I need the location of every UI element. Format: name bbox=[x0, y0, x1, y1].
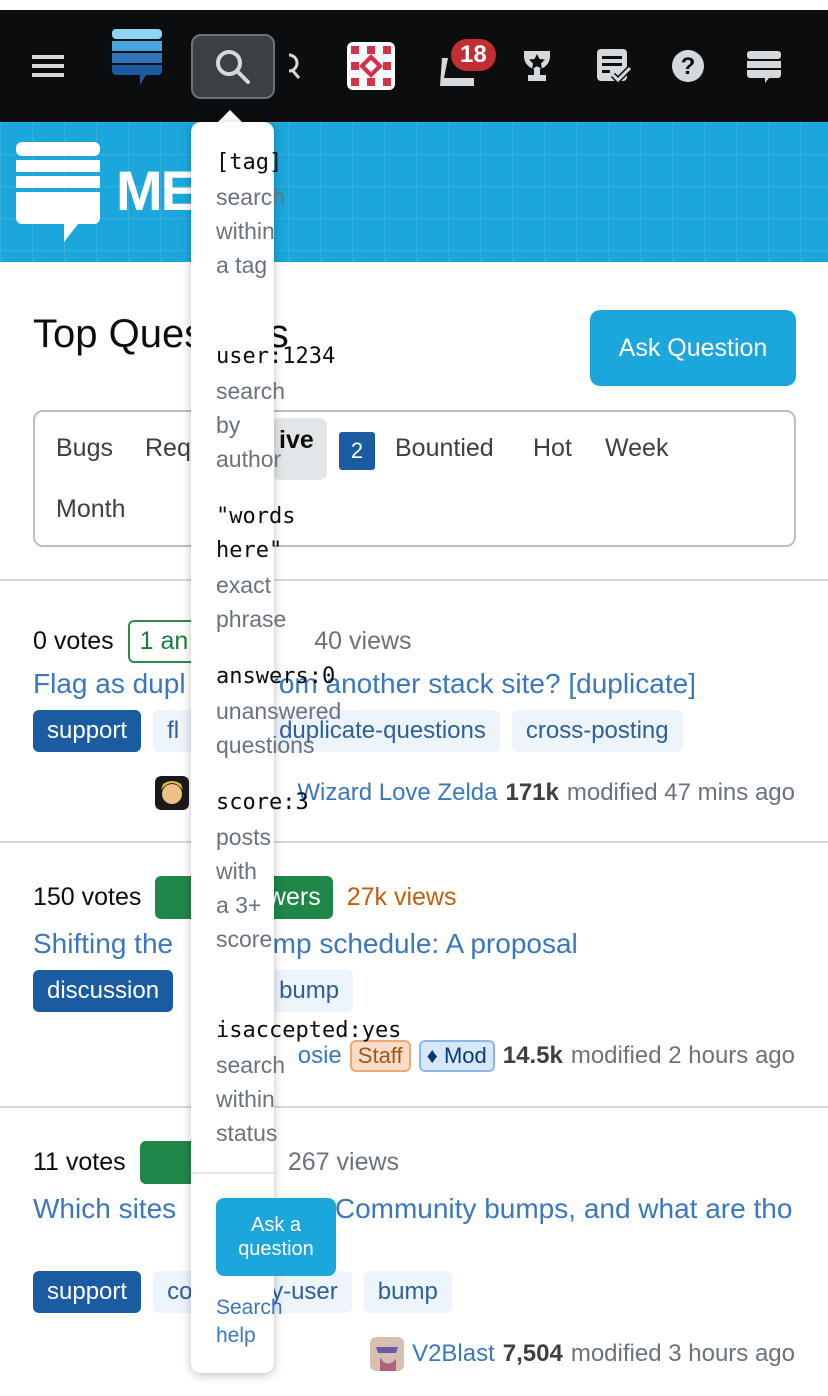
view-count: 267 views bbox=[287, 1148, 400, 1176]
search-hint-syntax: answers:0 bbox=[216, 664, 336, 689]
search-partial-icon bbox=[285, 10, 305, 122]
answer-count: 1 an bbox=[127, 620, 201, 663]
divider bbox=[0, 1106, 828, 1108]
filter-requests[interactable]: Req bbox=[145, 434, 191, 463]
user-reputation: 14.5k bbox=[502, 1042, 563, 1069]
question-title-link[interactable]: Flag as dupl rom another stack site? [du… bbox=[33, 666, 793, 702]
vote-count: 11 votes bbox=[33, 1148, 126, 1176]
view-count: 27k views bbox=[346, 883, 457, 911]
menu-icon[interactable] bbox=[32, 10, 64, 122]
filter-bountied[interactable]: Bountied bbox=[395, 434, 494, 463]
user-reputation: 171k bbox=[505, 779, 559, 806]
tag-support[interactable]: support bbox=[33, 1271, 142, 1313]
user-name-link[interactable]: osie bbox=[298, 1042, 342, 1070]
search-hint: isaccepted:yes search within status bbox=[216, 1014, 402, 1150]
stack-exchange-logo[interactable] bbox=[110, 10, 164, 122]
search-hint-description: posts with a 3+ score bbox=[216, 824, 273, 952]
user-name-link[interactable]: V2Blast bbox=[412, 1340, 495, 1368]
filter-bugs[interactable]: Bugs bbox=[56, 434, 113, 463]
status-strip bbox=[0, 0, 828, 10]
divider bbox=[0, 841, 828, 843]
search-hint-syntax: [tag] bbox=[216, 150, 283, 175]
search-hint: user:1234 search by author bbox=[216, 340, 336, 476]
search-hint-description: search by author bbox=[216, 378, 286, 472]
site-title[interactable]: ME bbox=[116, 158, 198, 223]
svg-text:?: ? bbox=[681, 53, 696, 80]
user-avatar[interactable] bbox=[346, 10, 396, 122]
search-hint-syntax: "words here" bbox=[216, 504, 296, 563]
filter-month[interactable]: Month bbox=[56, 495, 125, 524]
moderator-badge: ♦ Mod bbox=[418, 1040, 495, 1072]
site-switcher-icon[interactable] bbox=[746, 10, 782, 122]
search-hint-syntax: isaccepted:yes bbox=[216, 1018, 402, 1043]
search-hint-description: unanswered questions bbox=[216, 698, 341, 758]
search-hint-syntax: user:1234 bbox=[216, 344, 336, 369]
search-hint: [tag] search within a tag bbox=[216, 146, 286, 282]
inbox-count-badge: 18 bbox=[451, 39, 496, 71]
meta-logo-icon bbox=[16, 142, 100, 242]
search-hint: score:3 posts with a 3+ score bbox=[216, 786, 309, 956]
user-reputation: 7,504 bbox=[502, 1340, 563, 1367]
search-help-popover: [tag] search within a tag user:1234 sear… bbox=[191, 122, 402, 1373]
vote-count: 150 votes bbox=[33, 883, 142, 911]
search-help-link[interactable]: Search help bbox=[216, 1294, 283, 1350]
popover-ask-question-button[interactable]: Ask a question bbox=[216, 1198, 336, 1276]
user-avatar[interactable] bbox=[370, 1337, 405, 1371]
tag-support[interactable]: support bbox=[33, 710, 142, 752]
search-button[interactable] bbox=[191, 34, 275, 99]
ask-question-button[interactable]: Ask Question bbox=[590, 310, 796, 386]
bountied-count-badge: 2 bbox=[339, 432, 375, 470]
achievements-icon[interactable] bbox=[516, 10, 558, 122]
help-icon[interactable]: ? bbox=[670, 10, 706, 122]
filter-week[interactable]: Week bbox=[605, 434, 668, 463]
filter-hot[interactable]: Hot bbox=[533, 434, 572, 463]
search-hint-description: exact phrase bbox=[216, 572, 287, 632]
divider bbox=[0, 579, 828, 581]
question-title-link[interactable]: Which sites its on Community bumps, and … bbox=[33, 1191, 793, 1227]
search-hint: "words here" exact phrase bbox=[216, 500, 296, 636]
tag-discussion[interactable]: discussion bbox=[33, 970, 174, 1012]
tag-bump[interactable]: bump bbox=[363, 1271, 452, 1313]
search-hint-description: search within a tag bbox=[216, 184, 286, 278]
tag-cross-posting[interactable]: cross-posting bbox=[511, 710, 683, 752]
site-banner: ME bbox=[0, 122, 828, 262]
modified-time[interactable]: modified 3 hours ago bbox=[571, 1340, 795, 1368]
top-bar: 18 ? bbox=[0, 10, 828, 122]
search-hint-syntax: score:3 bbox=[216, 790, 309, 815]
search-icon bbox=[216, 49, 250, 84]
tag-bump[interactable]: bump bbox=[265, 970, 354, 1012]
review-queues-icon[interactable] bbox=[594, 10, 634, 122]
popover-divider bbox=[191, 1172, 274, 1174]
question-title-link[interactable]: Shifting the ump schedule: A proposal bbox=[33, 926, 793, 962]
question-filters: Bugs Req ive 2 Bountied Hot Week Month bbox=[33, 410, 796, 547]
search-hint: answers:0 unanswered questions bbox=[216, 660, 341, 762]
vote-count: 0 votes bbox=[33, 627, 114, 655]
search-hint-description: search within status bbox=[216, 1052, 286, 1146]
staff-badge: Staff bbox=[349, 1040, 411, 1072]
user-avatar[interactable] bbox=[155, 776, 190, 810]
modified-time[interactable]: modified 47 mins ago bbox=[567, 779, 795, 807]
view-count: 40 views bbox=[314, 627, 412, 655]
modified-time[interactable]: modified 2 hours ago bbox=[571, 1042, 795, 1070]
